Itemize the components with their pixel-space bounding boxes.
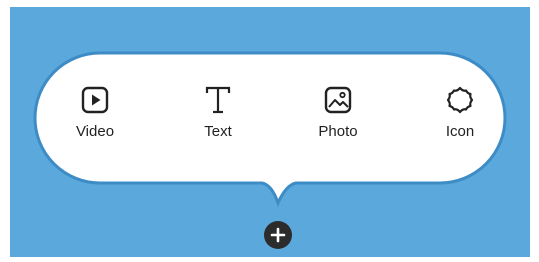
- text-option[interactable]: Text: [178, 85, 258, 155]
- play-square-icon: [81, 86, 109, 114]
- image-icon: [324, 86, 352, 114]
- badge-icon: [446, 86, 474, 114]
- plus-icon: [270, 227, 286, 243]
- canvas-background: Video Text Photo Icon: [10, 7, 530, 257]
- text-label: Text: [204, 123, 232, 140]
- icon-option[interactable]: Icon: [420, 85, 500, 155]
- video-option[interactable]: Video: [55, 85, 135, 155]
- content-type-menu: Video Text Photo Icon: [50, 85, 490, 155]
- video-label: Video: [75, 123, 115, 140]
- photo-label: Photo: [318, 123, 358, 140]
- photo-option[interactable]: Photo: [298, 85, 378, 155]
- add-content-button[interactable]: [264, 221, 292, 249]
- text-t-icon: [205, 86, 231, 114]
- icon-label: Icon: [445, 123, 475, 140]
- add-content-popover: Video Text Photo Icon: [10, 7, 530, 257]
